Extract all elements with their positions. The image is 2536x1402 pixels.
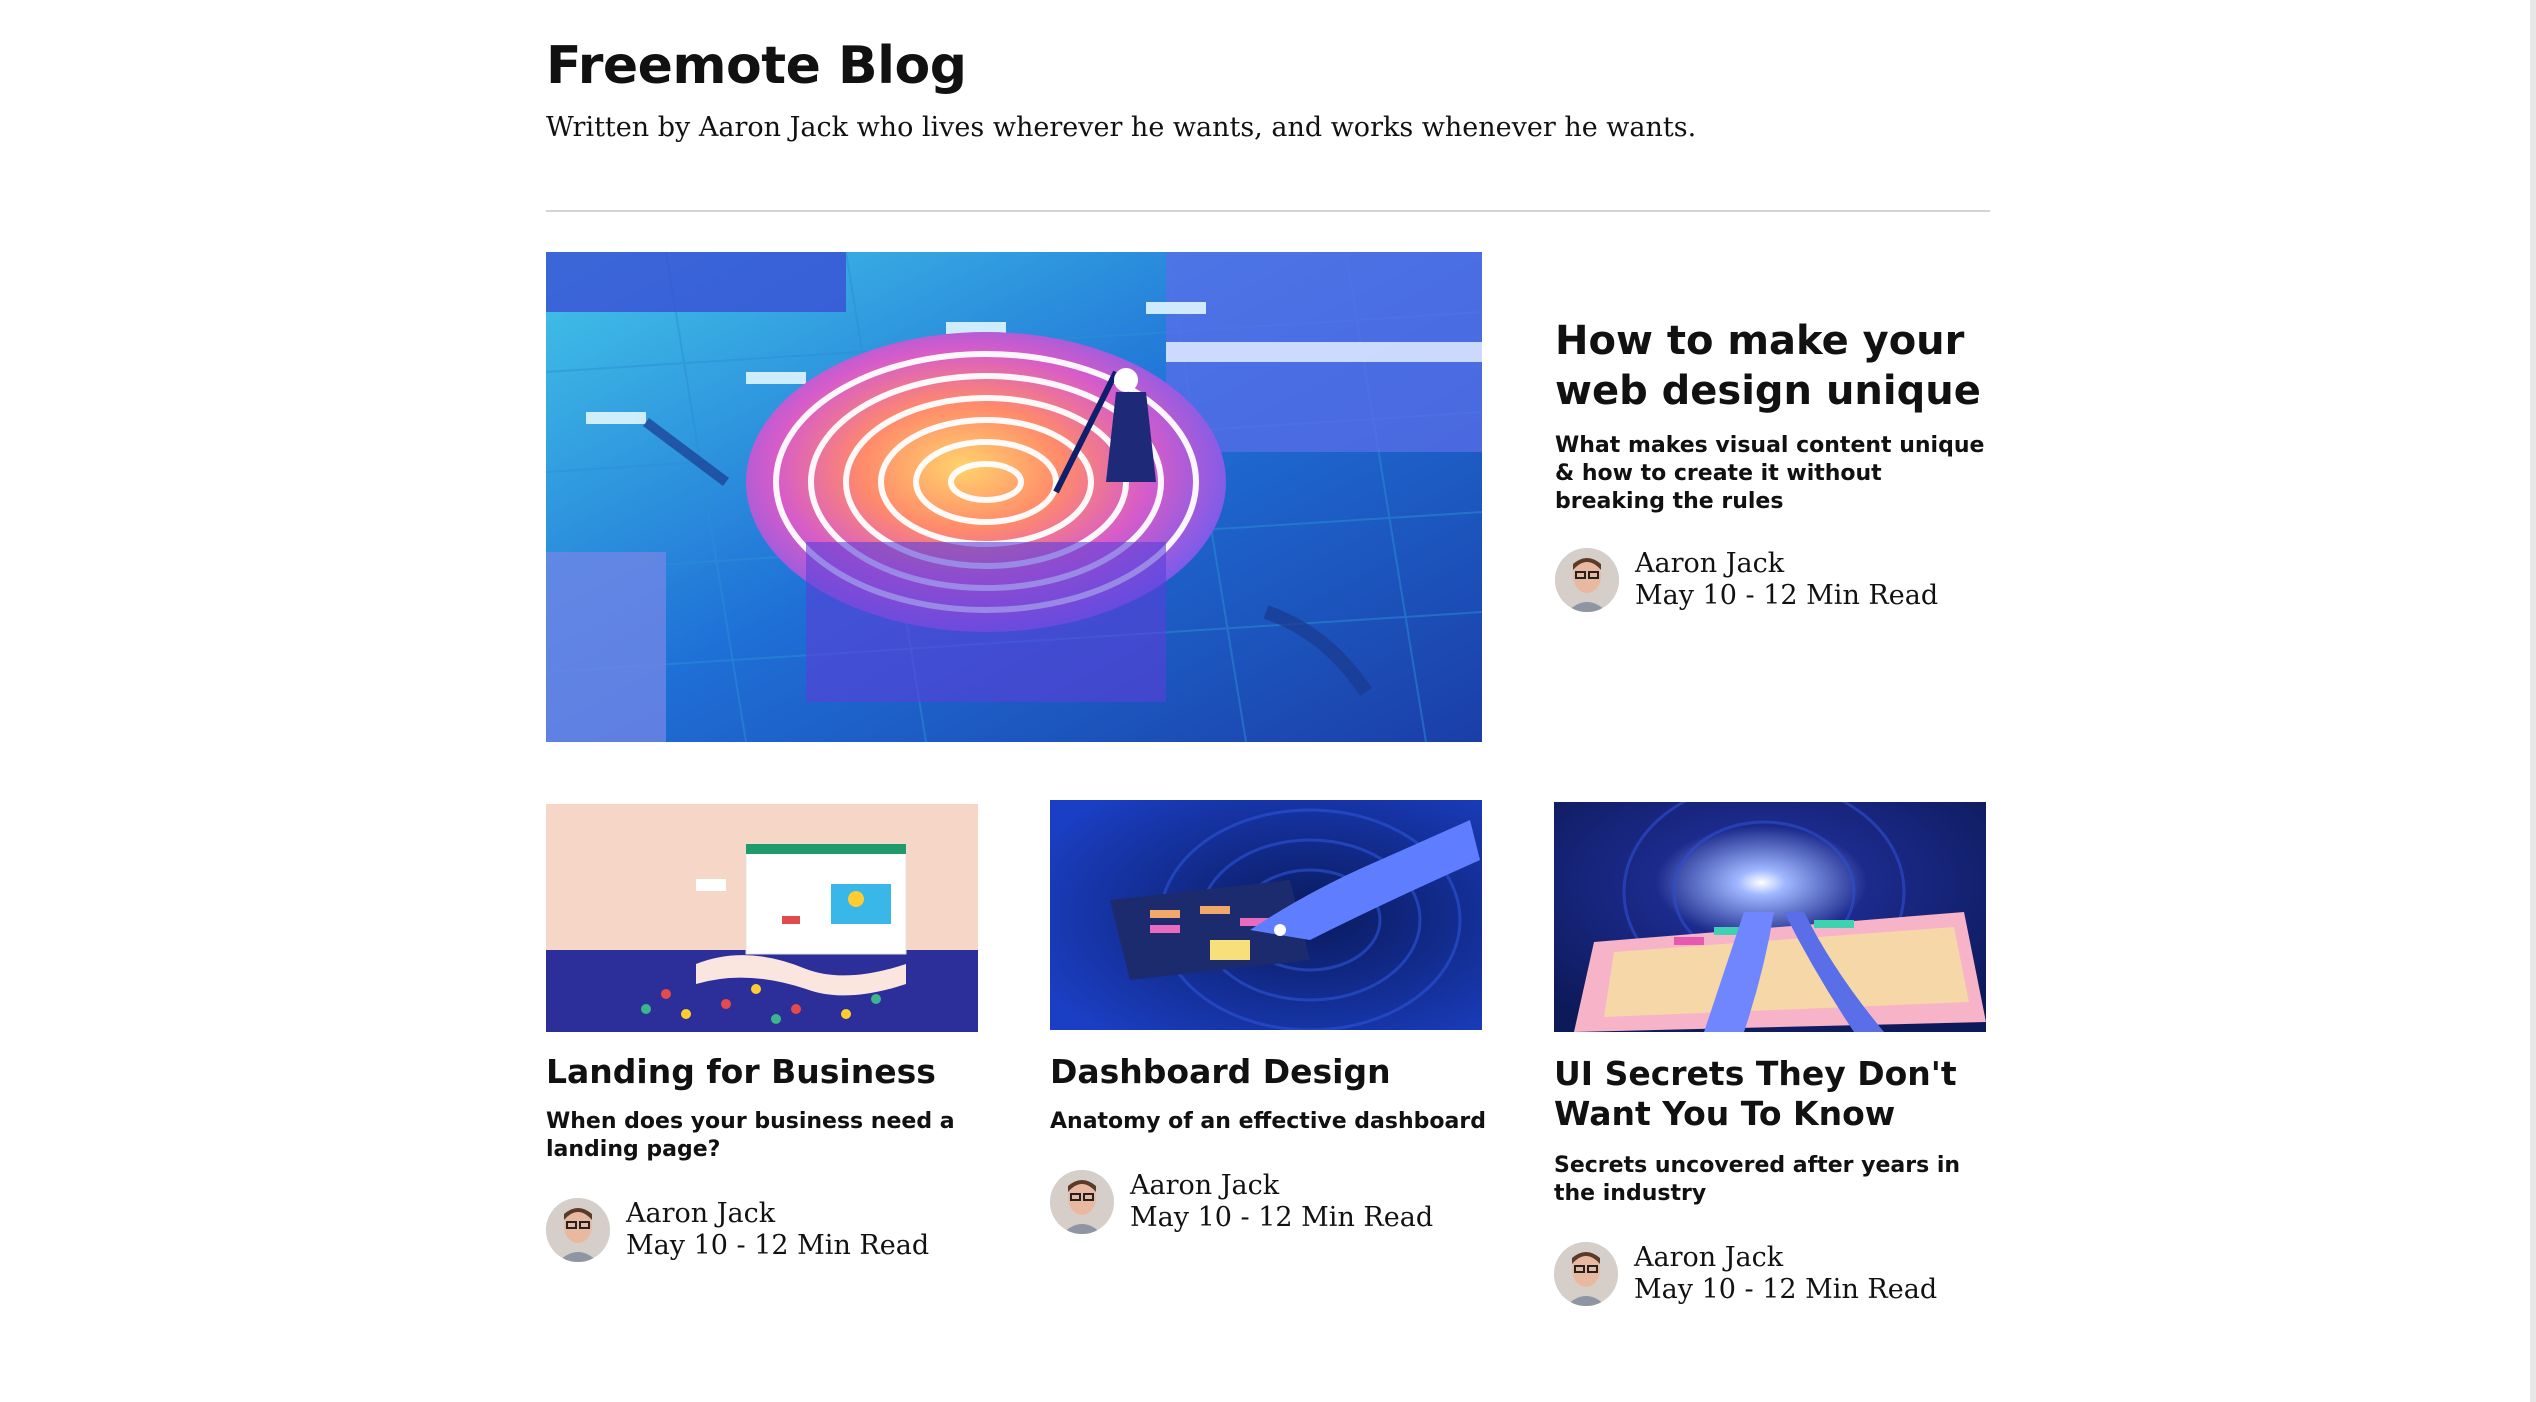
avatar bbox=[1555, 548, 1619, 612]
author-name: Aaron Jack bbox=[626, 1198, 776, 1229]
featured-post-image[interactable] bbox=[546, 252, 1482, 742]
post-meta: May 10 - 12 Min Read bbox=[1130, 1202, 1434, 1233]
avatar-icon bbox=[546, 1198, 610, 1262]
post-subtitle: Secrets uncovered after years in the ind… bbox=[1554, 1153, 1961, 1206]
avatar-icon bbox=[1554, 1242, 1618, 1306]
featured-post-subtitle: What makes visual content unique & how t… bbox=[1555, 433, 1985, 514]
post-meta: May 10 - 12 Min Read bbox=[626, 1230, 930, 1261]
dashboard-tablet-illustration-icon bbox=[1050, 800, 1482, 1030]
featured-post-author: Aaron Jack May 10 - 12 Min Read bbox=[1555, 548, 1938, 612]
avatar bbox=[546, 1198, 610, 1262]
featured-post-title[interactable]: How to make your web design unique bbox=[1555, 316, 1995, 416]
avatar-icon bbox=[1555, 548, 1619, 612]
post-author: Aaron Jack May 10 - 12 Min Read bbox=[546, 1198, 929, 1262]
avatar-icon bbox=[1050, 1170, 1114, 1234]
author-name: Aaron Jack bbox=[1635, 548, 1785, 579]
post-subtitle: When does your business need a landing p… bbox=[546, 1109, 955, 1162]
post-image[interactable] bbox=[546, 804, 978, 1032]
page-title: Freemote Blog bbox=[546, 36, 967, 96]
post-meta: May 10 - 12 Min Read bbox=[1634, 1274, 1938, 1305]
post-subtitle: Anatomy of an effective dashboard bbox=[1050, 1109, 1486, 1134]
avatar bbox=[1050, 1170, 1114, 1234]
post-image[interactable] bbox=[1050, 800, 1482, 1030]
author-name: Aaron Jack bbox=[1634, 1242, 1784, 1273]
header-divider bbox=[546, 210, 1990, 212]
post-author: Aaron Jack May 10 - 12 Min Read bbox=[1050, 1170, 1433, 1234]
post-title[interactable]: Landing for Business bbox=[546, 1052, 986, 1092]
page-subtitle: Written by Aaron Jack who lives wherever… bbox=[546, 112, 1697, 143]
landing-page-illustration-icon bbox=[546, 804, 978, 1032]
post-author: Aaron Jack May 10 - 12 Min Read bbox=[1554, 1242, 1937, 1306]
post-image[interactable] bbox=[1554, 802, 1986, 1032]
ui-secrets-illustration-icon bbox=[1554, 802, 1986, 1032]
fingerprint-pool-illustration-icon bbox=[546, 252, 1482, 742]
window-scrollbar[interactable] bbox=[2530, 0, 2536, 1402]
avatar bbox=[1554, 1242, 1618, 1306]
post-title[interactable]: Dashboard Design bbox=[1050, 1052, 1490, 1092]
post-title[interactable]: UI Secrets They Don't Want You To Know bbox=[1554, 1054, 1994, 1134]
author-name: Aaron Jack bbox=[1130, 1170, 1280, 1201]
post-meta: May 10 - 12 Min Read bbox=[1635, 580, 1939, 611]
